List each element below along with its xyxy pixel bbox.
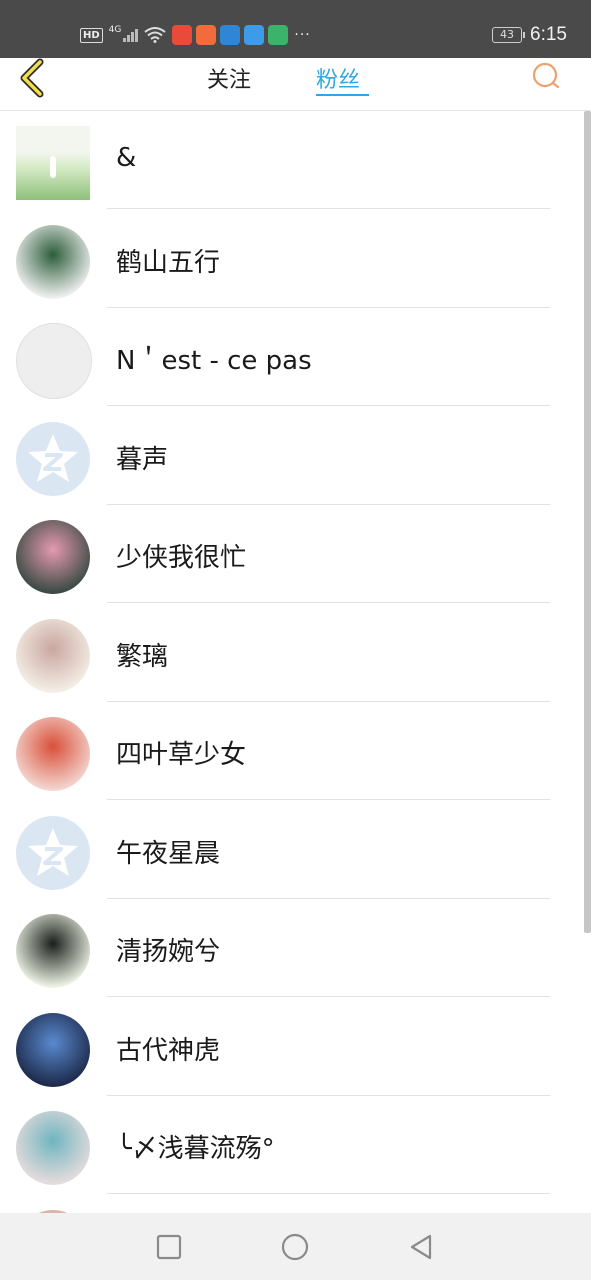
active-tab-indicator bbox=[316, 94, 369, 96]
signal-icon bbox=[123, 28, 139, 42]
fan-name: N＇est - ce pas bbox=[116, 346, 312, 376]
avatar[interactable] bbox=[16, 914, 90, 988]
tab-following[interactable]: 关注 bbox=[207, 62, 251, 94]
system-navigation-bar bbox=[0, 1213, 591, 1280]
home-circle-icon[interactable] bbox=[279, 1231, 311, 1263]
avatar[interactable] bbox=[16, 1012, 90, 1087]
qq-browser-icon bbox=[244, 25, 265, 45]
avatar[interactable] bbox=[16, 323, 92, 399]
wifi-icon bbox=[144, 27, 166, 43]
status-right: 43 6:15 bbox=[492, 24, 567, 46]
default-avatar-star-icon bbox=[28, 433, 78, 482]
fan-list-item[interactable] bbox=[0, 1195, 591, 1213]
fan-list-item[interactable]: 四叶草少女 bbox=[0, 702, 591, 800]
fan-list-item[interactable]: N＇est - ce pas bbox=[0, 308, 591, 406]
fan-list-item[interactable]: 清扬婉兮 bbox=[0, 899, 591, 997]
recent-apps-square-icon[interactable] bbox=[153, 1231, 185, 1263]
fan-name: 清扬婉兮 bbox=[116, 937, 221, 967]
fan-list-item[interactable]: 鹤山五行 bbox=[0, 210, 591, 308]
search-icon[interactable] bbox=[530, 60, 562, 92]
fans-list[interactable]: & 鹤山五行 N＇est - ce pas 暮声少侠我很忙繁璃四叶草少女午夜星晨清扬婉… bbox=[0, 111, 591, 1213]
fan-list-item[interactable]: 古代神虎 bbox=[0, 998, 591, 1096]
blue-app-icon bbox=[220, 25, 241, 45]
fan-list-item[interactable]: ╰〆浅暮流殇° bbox=[0, 1096, 591, 1194]
hd-indicator: HD bbox=[80, 27, 103, 43]
fan-list-item[interactable]: 午夜星晨 bbox=[0, 801, 591, 899]
avatar[interactable] bbox=[16, 717, 90, 791]
more-notifications-icon: ··· bbox=[294, 27, 311, 43]
fan-name: 暮声 bbox=[116, 444, 169, 475]
back-triangle-icon[interactable] bbox=[405, 1231, 437, 1263]
fan-name: ╰〆浅暮流殇° bbox=[116, 1134, 275, 1164]
back-chevron-icon[interactable] bbox=[14, 58, 50, 102]
avatar[interactable] bbox=[16, 421, 90, 496]
fan-name: 鹤山五行 bbox=[116, 247, 221, 278]
fan-name: 四叶草少女 bbox=[116, 740, 247, 770]
fan-name: 繁璃 bbox=[116, 641, 169, 672]
fan-list-item[interactable]: 少侠我很忙 bbox=[0, 505, 591, 603]
default-avatar-star-icon bbox=[28, 827, 78, 876]
fan-name: 少侠我很忙 bbox=[116, 543, 247, 573]
status-bar: HD 4G ··· 43 6:15 bbox=[0, 0, 591, 58]
fan-name: 午夜星晨 bbox=[116, 838, 221, 869]
orange-app-icon bbox=[196, 25, 217, 45]
clock: 6:15 bbox=[530, 24, 567, 45]
status-left-icons: HD 4G ··· bbox=[80, 25, 311, 45]
avatar[interactable] bbox=[16, 224, 90, 299]
fan-list-item[interactable]: 暮声 bbox=[0, 407, 591, 505]
top-bar: 关注 粉丝 bbox=[0, 58, 591, 111]
fan-list-item[interactable]: & bbox=[0, 111, 591, 209]
red-app-icon bbox=[172, 25, 193, 45]
network-type: 4G bbox=[108, 25, 122, 35]
fan-name: & bbox=[116, 143, 137, 173]
battery-icon: 43 bbox=[492, 27, 526, 43]
scrollbar[interactable] bbox=[584, 111, 591, 933]
green-app-icon bbox=[268, 25, 289, 45]
avatar[interactable] bbox=[16, 815, 90, 890]
fan-list-item[interactable]: 繁璃 bbox=[0, 604, 591, 702]
avatar[interactable] bbox=[16, 520, 90, 594]
avatar[interactable] bbox=[16, 126, 90, 200]
avatar[interactable] bbox=[16, 618, 90, 693]
fan-name: 古代神虎 bbox=[116, 1035, 221, 1066]
notification-app-icons bbox=[172, 25, 289, 45]
avatar[interactable] bbox=[16, 1111, 90, 1185]
tab-fans[interactable]: 粉丝 bbox=[316, 62, 360, 94]
